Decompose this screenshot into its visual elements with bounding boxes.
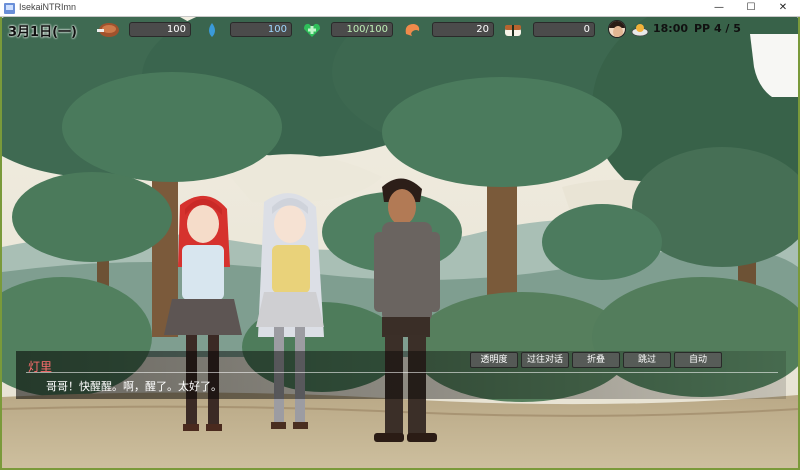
app-icon	[4, 3, 15, 14]
skip-button[interactable]: 跳过	[623, 352, 671, 368]
stat-bar-water: 100	[230, 22, 292, 37]
evening-sun-icon	[631, 24, 649, 37]
close-button[interactable]: ✕	[768, 0, 798, 17]
heart-health-icon	[304, 23, 320, 37]
minimize-button[interactable]: —	[704, 0, 734, 17]
time-label: 18:00	[653, 22, 689, 35]
stat-bar-health: 100/100	[331, 22, 393, 37]
opacity-button[interactable]: 透明度	[470, 352, 518, 368]
dialog-divider	[26, 372, 778, 373]
collapse-button[interactable]: 折叠	[572, 352, 620, 368]
sushi-icon	[505, 25, 521, 36]
maximize-button[interactable]: ☐	[736, 0, 766, 17]
date-label: 3月1日(一)	[8, 25, 77, 40]
water-drop-icon	[209, 23, 215, 37]
shrimp-icon	[405, 24, 420, 36]
game-viewport[interactable]: 3月1日(一) 100 100 100/100 20 0 18:00 PP 4 …	[0, 17, 800, 470]
status-hud: 3月1日(一) 100 100 100/100 20 0 18:00 PP 4 …	[2, 17, 798, 43]
forest-scene	[2, 17, 798, 468]
stat-bar-sushi: 0	[533, 22, 595, 37]
stat-bar-shrimp: 20	[432, 22, 494, 37]
stat-bar-food: 100	[129, 22, 191, 37]
window-title: IsekaiNTRImn	[19, 2, 77, 12]
dialog-text: 哥哥！快醒醒。啊，醒了。太好了。	[46, 380, 222, 393]
window-titlebar: IsekaiNTRImn — ☐ ✕	[0, 0, 800, 17]
meat-icon	[97, 23, 119, 37]
auto-button[interactable]: 自动	[674, 352, 722, 368]
pp-counter: PP 4 / 5	[694, 22, 741, 35]
avatar-icon	[608, 20, 626, 38]
backlog-button[interactable]: 过往对话	[521, 352, 569, 368]
